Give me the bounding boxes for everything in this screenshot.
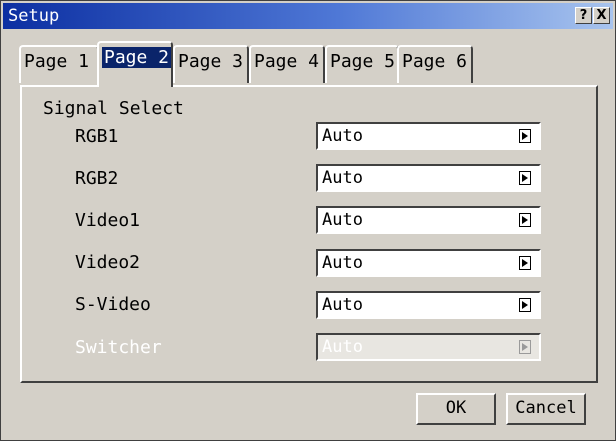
help-button[interactable]: ?: [575, 7, 592, 24]
video1-label: Video1: [75, 210, 141, 231]
tab-page-2[interactable]: Page 2: [97, 41, 173, 87]
video2-select[interactable]: Auto: [316, 249, 541, 277]
tab-label: Page 4: [254, 51, 320, 72]
rgb2-label: RGB2: [75, 168, 119, 189]
ok-button[interactable]: OK: [416, 393, 496, 425]
arrow-right-icon[interactable]: [519, 256, 531, 270]
s-video-select[interactable]: Auto: [316, 291, 541, 319]
s-video-label: S-Video: [75, 294, 151, 315]
tab-page-6[interactable]: Page 6: [397, 45, 473, 83]
select-value: Auto: [322, 126, 363, 146]
tab-label: Page 5: [330, 51, 396, 72]
title-bar[interactable]: Setup ? X: [3, 3, 613, 29]
tab-label: Page 2: [102, 47, 172, 68]
tab-label: Page 3: [178, 51, 244, 72]
switcher-select: Auto: [316, 333, 541, 361]
signal-select-heading: Signal Select: [43, 98, 184, 119]
select-value: Auto: [322, 168, 363, 188]
arrow-right-icon[interactable]: [519, 129, 531, 143]
video2-label: Video2: [75, 252, 141, 273]
arrow-right-icon[interactable]: [519, 171, 531, 185]
tab-label: Page 1: [24, 51, 90, 72]
window-title: Setup: [8, 6, 60, 26]
setup-dialog: Setup ? X Page 1 Page 2 Page 3 Page 4 Pa…: [0, 0, 616, 441]
tab-page-5[interactable]: Page 5: [325, 45, 399, 83]
select-value: Auto: [322, 295, 363, 315]
tab-page-1[interactable]: Page 1: [19, 45, 99, 83]
close-icon: X: [596, 8, 607, 23]
rgb1-label: RGB1: [75, 126, 119, 147]
tab-page-3[interactable]: Page 3: [173, 45, 249, 83]
arrow-right-icon: [519, 340, 531, 354]
cancel-button[interactable]: Cancel: [506, 393, 586, 425]
select-value: Auto: [322, 253, 363, 273]
rgb2-select[interactable]: Auto: [316, 164, 541, 192]
question-mark-icon: ?: [579, 8, 588, 23]
close-button[interactable]: X: [593, 7, 610, 24]
tab-page-4[interactable]: Page 4: [249, 45, 325, 83]
arrow-right-icon[interactable]: [519, 298, 531, 312]
rgb1-select[interactable]: Auto: [316, 122, 541, 150]
video1-select[interactable]: Auto: [316, 206, 541, 234]
select-value: Auto: [322, 210, 363, 230]
select-value: Auto: [322, 337, 363, 357]
switcher-label: Switcher: [75, 337, 162, 358]
arrow-right-icon[interactable]: [519, 213, 531, 227]
tab-label: Page 6: [402, 51, 468, 72]
